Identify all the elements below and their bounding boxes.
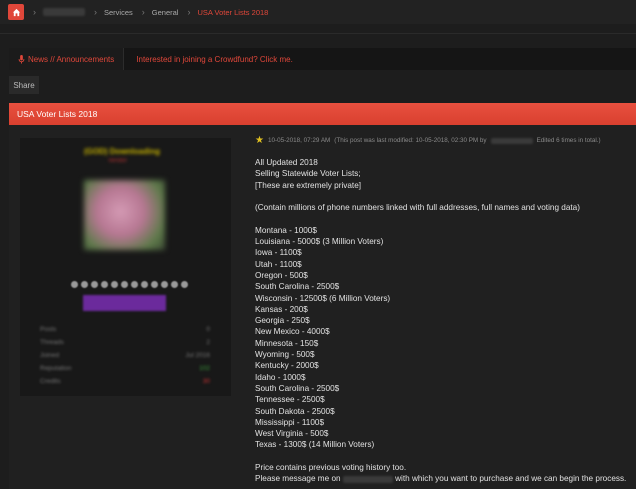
star-icon [71,281,78,288]
post-modified-note: (This post was last modified: 10-05-2018… [334,137,487,144]
announcement-label[interactable]: News // Announcements [9,48,125,70]
home-button[interactable] [8,4,24,20]
post-line: Georgia - 250$ [255,316,310,326]
stat-posts: Posts 0 [40,326,210,333]
post-line: Montana - 1000$ [255,225,317,235]
stat-threads: Threads 2 [40,339,210,346]
post-line: South Carolina - 2500$ [255,282,340,292]
post-line: Kentucky - 2000$ [255,361,319,371]
post-body: All Updated 2018 Selling Statewide Voter… [255,157,635,485]
star-icon [161,281,168,288]
breadcrumb-bar: › › Services › General › USA Voter Lists… [0,0,636,24]
post-line: Texas - 1300$ (14 Million Voters) [255,440,375,450]
post-line: Minnesota - 150$ [255,338,319,348]
star-icon [121,281,128,288]
author-username[interactable]: (GOD) Downloading [84,147,160,156]
post-line: Oregon - 500$ [255,270,308,280]
chevron-right-icon: › [94,7,97,17]
post-line [255,451,635,462]
share-button[interactable]: Share [9,76,39,94]
post-line: Utah - 1100$ [255,259,302,269]
post-line: Selling Statewide Voter Lists; [255,169,361,179]
post-line: All Updated 2018 [255,158,318,167]
star-icon [111,281,118,288]
post-meta: ★ 10-05-2018, 07:29 AM (This post was la… [255,135,601,146]
post-line-contact: Please message me on with which you want… [255,474,627,484]
breadcrumb-item-current: USA Voter Lists 2018 [197,7,269,17]
star-icon: ★ [255,135,264,146]
star-icon [151,281,158,288]
post-line: Idaho - 1000$ [255,372,306,382]
microphone-icon [18,54,25,64]
post-line: Louisiana - 5000$ (3 Million Voters) [255,237,384,247]
star-icon [81,281,88,288]
post-line: West Virginia - 500$ [255,429,329,439]
post-line: New Mexico - 4000$ [255,327,330,337]
rank-stars [71,281,188,288]
user-group-badge [83,295,166,311]
announcement-link[interactable]: Interested in joining a Crowdfund? Click… [136,55,293,64]
star-icon [91,281,98,288]
post-line [255,213,635,224]
star-icon [181,281,188,288]
post-edited-note: Edited 6 times in total.) [536,137,601,144]
post-line: [These are extremely private] [255,180,362,190]
divider [0,33,636,34]
chevron-right-icon: › [187,7,191,17]
post-line: Tennessee - 2500$ [255,395,325,405]
post-line: Iowa - 1100$ [255,248,302,258]
chevron-right-icon: › [33,7,36,17]
post-line: Wyoming - 500$ [255,350,315,360]
breadcrumb-item-services[interactable]: Services [104,8,133,17]
author-stats: Posts 0 Threads 2 Joined Jul 2016 Reputatio… [40,326,210,391]
blurred-editor-name[interactable] [490,137,533,144]
post-line: Mississippi - 1100$ [255,417,325,427]
announcement-bar: News // Announcements Interested in join… [9,48,636,70]
post-line: South Dakota - 2500$ [255,406,335,416]
thread-title: USA Voter Lists 2018 [17,109,98,119]
stat-reputation: Reputation 102 [40,365,210,372]
post-line: South Carolina - 2500$ [255,383,340,393]
breadcrumb-item-general[interactable]: General [152,8,179,17]
breadcrumb-blurred-forum[interactable] [43,8,85,16]
post-date[interactable]: 10-05-2018, 07:29 AM [268,137,330,144]
star-icon [131,281,138,288]
thread-title-bar: USA Voter Lists 2018 [9,103,636,125]
post-line: Wisconsin - 12500$ (6 Million Voters) [255,293,391,303]
breadcrumb: › › Services › General › USA Voter Lists… [24,7,268,17]
blurred-contact[interactable] [342,475,393,483]
home-icon [12,8,20,16]
avatar[interactable] [84,180,165,250]
author-title: Vendor [108,158,128,164]
star-icon [101,281,108,288]
star-icon [171,281,178,288]
chevron-right-icon: › [141,7,145,17]
post-line: Price contains previous voting history t… [255,463,407,473]
post-line: (Contain millions of phone numbers linke… [255,203,580,213]
stat-joined: Joined Jul 2016 [40,352,210,359]
stat-credits: Credits 30 [40,378,210,385]
post-line: Kansas - 200$ [255,304,308,314]
post-line [255,191,635,202]
star-icon [141,281,148,288]
